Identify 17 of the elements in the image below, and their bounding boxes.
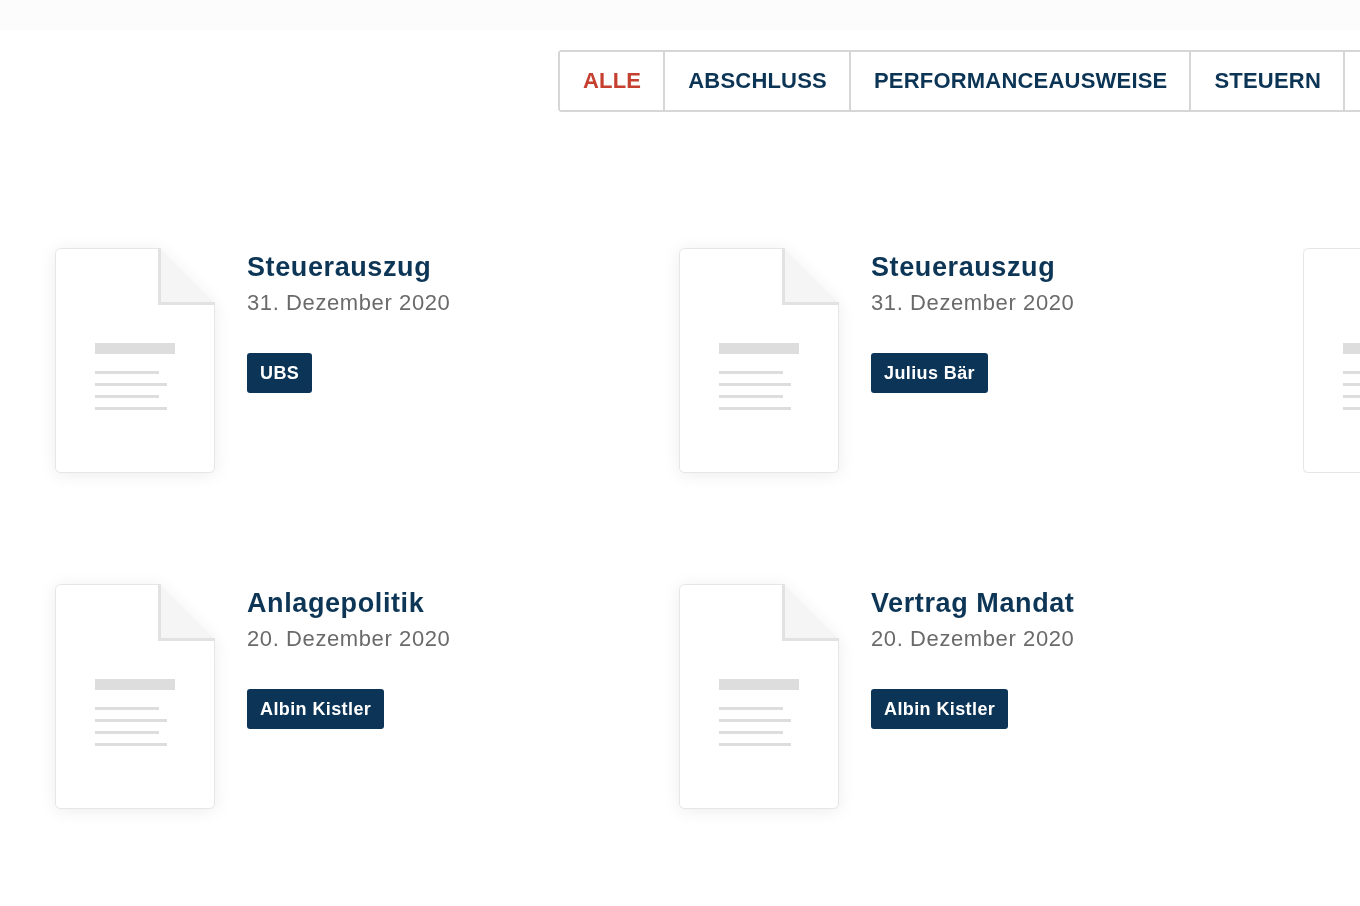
document-date: 31. Dezember 2020 — [247, 289, 451, 317]
document-icon — [679, 248, 839, 473]
document-tag: Julius Bär — [871, 353, 989, 393]
document-icon — [679, 584, 839, 809]
document-date: 20. Dezember 2020 — [247, 625, 451, 653]
document-title[interactable]: Anlagepolitik — [247, 588, 425, 618]
document-icon — [55, 248, 215, 473]
document-title[interactable]: Steuerauszug — [871, 252, 1056, 282]
document-tag: Albin Kistler — [871, 689, 1009, 729]
document-title[interactable]: Vertrag Mandat — [871, 588, 1075, 618]
document-date: 20. Dezember 2020 — [871, 625, 1075, 653]
document-tag: UBS — [247, 353, 313, 393]
document-title[interactable]: Steuerauszug — [247, 252, 432, 282]
document-date: 31. Dezember 2020 — [871, 289, 1075, 317]
filter-tab[interactable]: ALLE — [560, 52, 666, 110]
document-tag: Albin Kistler — [247, 689, 385, 729]
document-icon — [55, 584, 215, 809]
